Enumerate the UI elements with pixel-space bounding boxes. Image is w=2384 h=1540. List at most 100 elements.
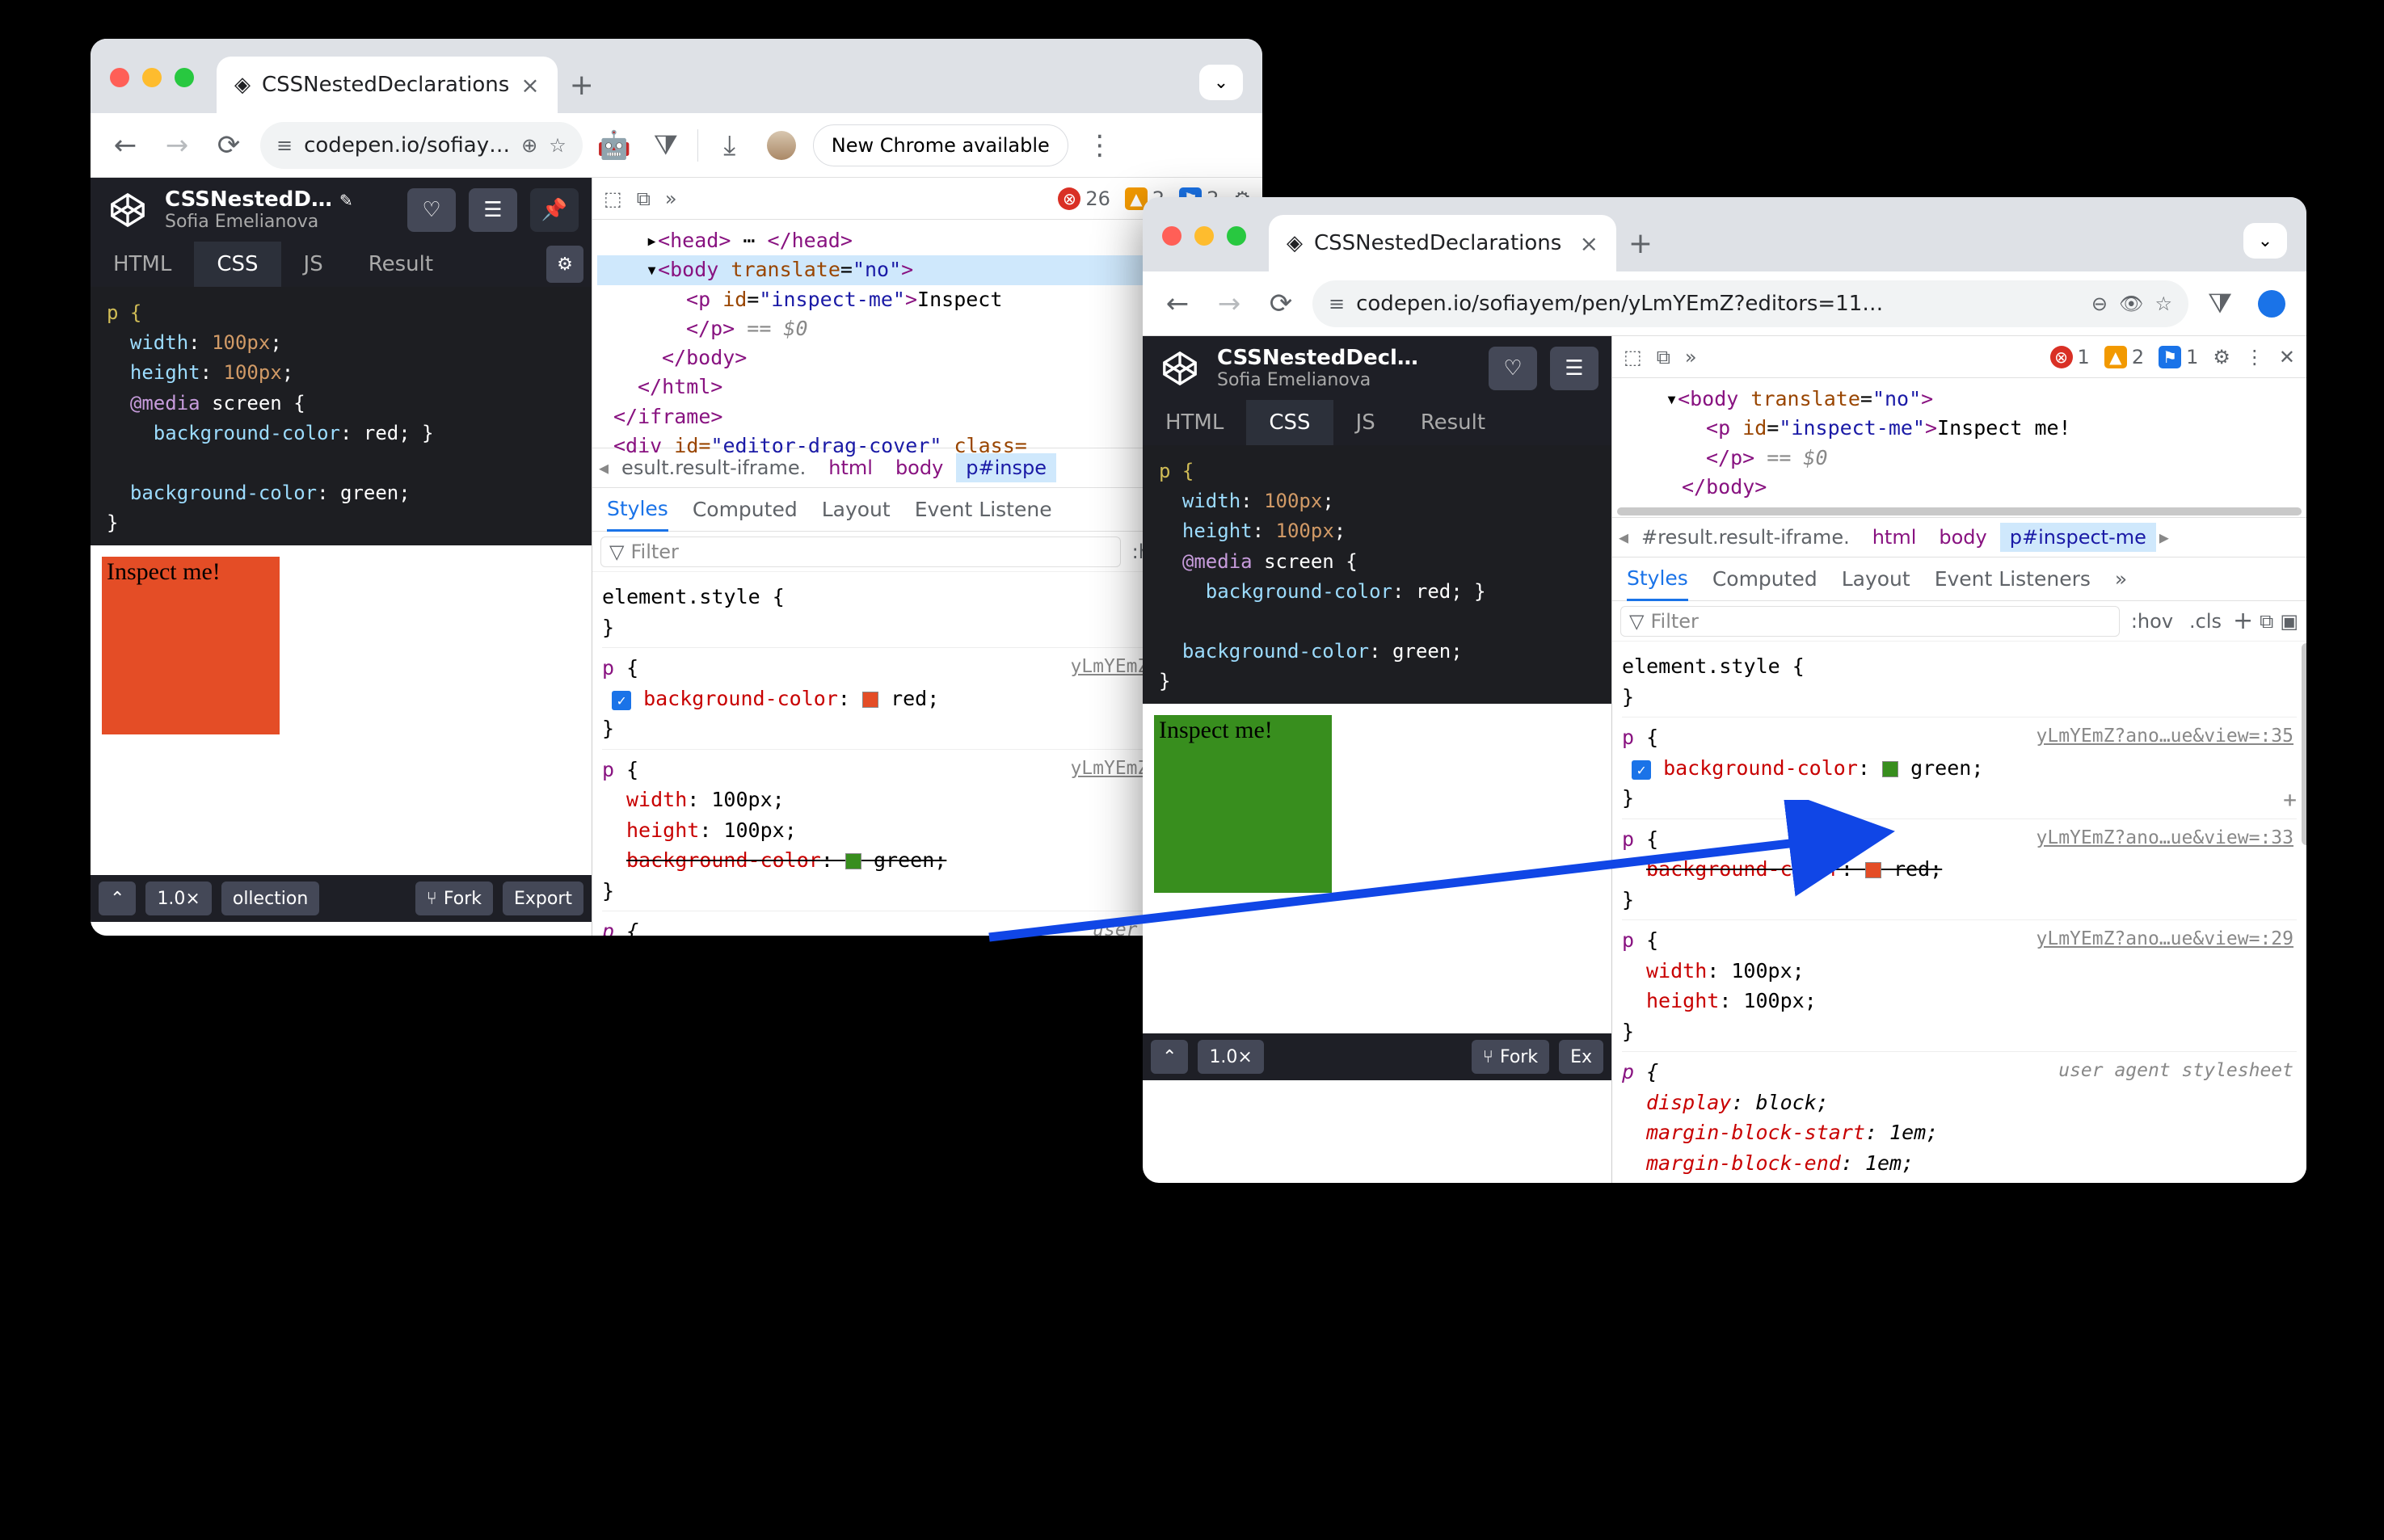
devtools-menu-icon[interactable]: ⋮ xyxy=(2245,346,2264,368)
minimize-window-button[interactable] xyxy=(1194,226,1214,246)
export-button[interactable]: Ex xyxy=(1559,1040,1603,1074)
heart-button[interactable]: ♡ xyxy=(407,188,456,232)
stylesheet-source-link[interactable]: yLmYEmZ?ano…ue&view=:33 xyxy=(2037,824,2294,852)
reload-button[interactable]: ⟳ xyxy=(208,125,249,166)
downloads-icon[interactable]: ⤓ xyxy=(710,125,750,166)
browser-tab[interactable]: ◈ CSSNestedDeclarations × xyxy=(1269,215,1616,271)
back-button[interactable]: ← xyxy=(1157,284,1198,324)
breadcrumb[interactable]: ◂ #result.result-iframe. html body p#ins… xyxy=(1612,517,2306,558)
tab-eventlisteners[interactable]: Event Listeners xyxy=(1935,567,2091,591)
error-badge[interactable]: ⊗ xyxy=(1058,187,1080,210)
stylesheet-source-link[interactable]: yLmYEmZ?ano…ue&view=:29 xyxy=(2037,925,2294,953)
elements-tree[interactable]: ▾<body translate="no"> <p id="inspect-me… xyxy=(1612,378,2306,517)
tab-html[interactable]: HTML xyxy=(1143,400,1246,445)
tab-html[interactable]: HTML xyxy=(91,242,194,287)
profile-avatar[interactable] xyxy=(761,125,802,166)
tab-styles[interactable]: Styles xyxy=(607,488,668,532)
fork-button[interactable]: ⑂ Fork xyxy=(415,882,493,915)
tab-computed[interactable]: Computed xyxy=(1712,567,1817,591)
property-enabled-checkbox[interactable]: ✓ xyxy=(612,691,631,710)
stylesheet-source-link[interactable]: yLmYEmZ?ano…ue&view=:35 xyxy=(2037,722,2294,751)
omnibox[interactable]: ≡ codepen.io/sofiay… ⊕ ☆ xyxy=(260,122,583,169)
devtools-close-icon[interactable]: ✕ xyxy=(2279,346,2295,368)
cls-toggle[interactable]: .cls xyxy=(2184,608,2226,634)
device-toggle-icon[interactable]: ⧉ xyxy=(637,187,651,210)
heart-button[interactable]: ♡ xyxy=(1489,347,1537,390)
inspect-me-element[interactable]: Inspect me! xyxy=(1154,715,1332,893)
tab-css[interactable]: CSS xyxy=(1246,400,1333,445)
maximize-window-button[interactable] xyxy=(175,68,194,87)
eye-off-icon[interactable]: 👁 xyxy=(2119,292,2143,315)
crumb-iframe[interactable]: #result.result-iframe. xyxy=(1632,523,1860,552)
back-button[interactable]: ← xyxy=(105,125,145,166)
bookmark-icon[interactable]: ☆ xyxy=(2154,292,2172,315)
add-property-button[interactable]: + xyxy=(2283,783,2297,817)
browser-tab[interactable]: ◈ CSSNestedDeclarations × xyxy=(217,57,558,113)
forward-button[interactable]: → xyxy=(1209,284,1249,324)
close-tab-button[interactable]: × xyxy=(520,72,539,99)
styles-rules[interactable]: element.style { } yLmYEmZ?ano…ue&view=:3… xyxy=(1612,642,2306,1183)
inspect-me-element[interactable]: Inspect me! xyxy=(102,557,280,734)
crumb-scroll-right[interactable]: ▸ xyxy=(2159,526,2169,549)
crumb-scroll-left[interactable]: ◂ xyxy=(1619,526,1628,549)
omnibox[interactable]: ≡ codepen.io/sofiayem/pen/yLmYEmZ?editor… xyxy=(1312,280,2188,327)
css-editor[interactable]: p { width: 100px; height: 100px; @media … xyxy=(91,287,592,545)
styles-filter-input[interactable]: ▽ Filter xyxy=(1620,606,2120,637)
bookmark-icon[interactable]: ☆ xyxy=(549,134,567,157)
css-editor[interactable]: p { width: 100px; height: 100px; @media … xyxy=(1143,445,1611,704)
hov-toggle[interactable]: :hov xyxy=(2126,608,2178,634)
more-tabs-icon[interactable]: » xyxy=(2115,567,2127,591)
more-panels-icon[interactable]: » xyxy=(665,187,677,210)
fork-button[interactable]: ⑂ Fork xyxy=(1472,1040,1549,1074)
extensions-icon[interactable]: ⧩ xyxy=(646,125,686,166)
tab-styles[interactable]: Styles xyxy=(1627,558,1688,601)
close-tab-button[interactable]: × xyxy=(1580,230,1598,257)
info-badge[interactable]: ⚑ xyxy=(2159,346,2181,368)
zoom-indicator[interactable]: 1.0× xyxy=(145,882,211,915)
layout-button[interactable]: ☰ xyxy=(469,188,517,232)
tab-layout[interactable]: Layout xyxy=(1842,567,1910,591)
error-badge[interactable]: ⊗ xyxy=(2050,346,2073,368)
chrome-update-chip[interactable]: New Chrome available xyxy=(813,124,1068,166)
device-toggle-icon[interactable]: ⧉ xyxy=(1657,346,1670,368)
reload-button[interactable]: ⟳ xyxy=(1261,284,1301,324)
tab-js[interactable]: JS xyxy=(1333,400,1398,445)
tabs-dropdown-button[interactable]: ⌄ xyxy=(1199,65,1243,100)
zoom-indicator[interactable]: 1.0× xyxy=(1198,1040,1263,1074)
forward-button[interactable]: → xyxy=(157,125,197,166)
crumb-body[interactable]: body xyxy=(1929,523,1996,552)
tab-layout[interactable]: Layout xyxy=(822,498,891,521)
tab-computed[interactable]: Computed xyxy=(693,498,798,521)
console-toggle-button[interactable]: ⌃ xyxy=(1151,1040,1188,1074)
more-panels-icon[interactable]: » xyxy=(1685,346,1697,368)
warning-badge[interactable]: ▲ xyxy=(2104,346,2127,368)
tabs-dropdown-button[interactable]: ⌄ xyxy=(2243,223,2287,259)
collection-button[interactable]: ollection xyxy=(221,882,319,915)
extensions-icon[interactable]: ⧩ xyxy=(2200,284,2240,324)
pin-button[interactable]: 📌 xyxy=(530,188,579,232)
zoom-icon[interactable]: ⊕ xyxy=(521,134,537,157)
tab-result[interactable]: Result xyxy=(1398,400,1508,445)
crumb-html[interactable]: html xyxy=(1863,523,1927,552)
new-tab-button[interactable]: + xyxy=(558,57,606,113)
crumb-selected[interactable]: p#inspect-me xyxy=(2000,523,2156,552)
maximize-window-button[interactable] xyxy=(1227,226,1246,246)
close-window-button[interactable] xyxy=(1162,226,1181,246)
styles-filter-input[interactable]: ▽ Filter xyxy=(600,536,1121,567)
editor-settings-button[interactable]: ⚙ xyxy=(546,246,583,283)
inspect-element-icon[interactable]: ⬚ xyxy=(1624,346,1642,368)
copy-changes-icon[interactable]: ⧉ xyxy=(2260,610,2273,633)
site-settings-icon[interactable]: ≡ xyxy=(1329,292,1345,315)
tab-js[interactable]: JS xyxy=(281,242,346,287)
overflow-menu-button[interactable]: ⋮ xyxy=(1080,125,1120,166)
new-tab-button[interactable]: + xyxy=(1616,215,1665,271)
layout-button[interactable]: ☰ xyxy=(1550,347,1598,390)
profile-avatar[interactable] xyxy=(2251,284,2292,324)
site-settings-icon[interactable]: ≡ xyxy=(276,134,293,157)
tab-css[interactable]: CSS xyxy=(194,242,280,287)
property-enabled-checkbox[interactable]: ✓ xyxy=(1632,760,1651,780)
new-style-rule-button[interactable]: + xyxy=(2233,607,2253,635)
tab-eventlisteners[interactable]: Event Listene xyxy=(915,498,1052,521)
console-toggle-button[interactable]: ⌃ xyxy=(99,882,136,915)
box-model-icon[interactable]: ▣ xyxy=(2280,610,2298,633)
